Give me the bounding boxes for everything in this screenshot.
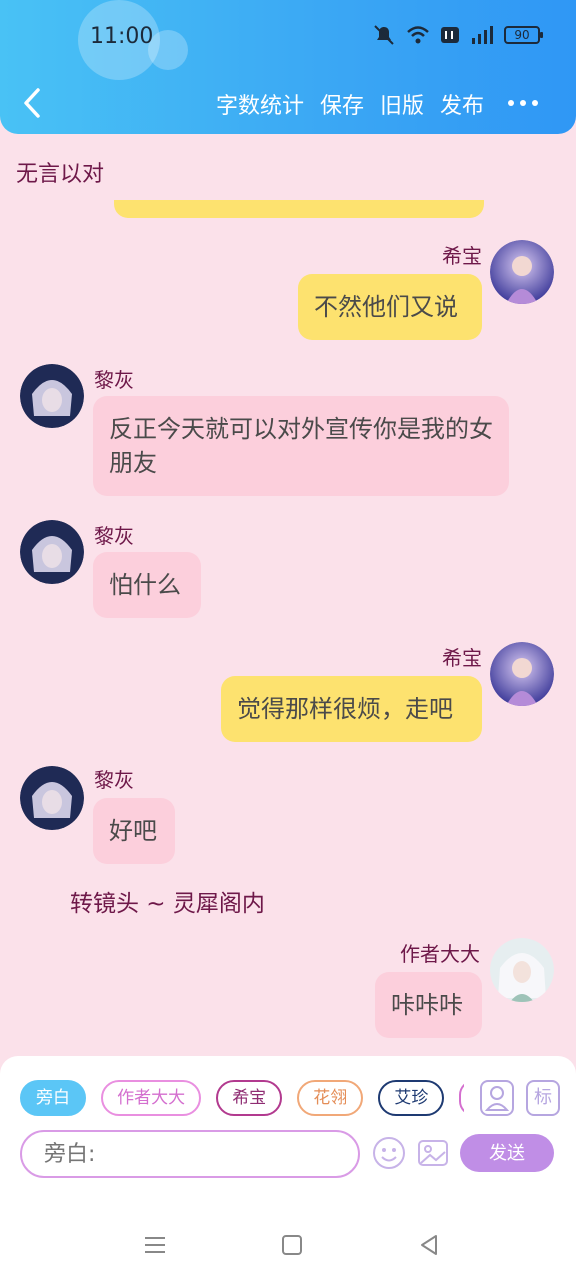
status-time: 11:00	[90, 24, 154, 49]
sender-name: 作者大大	[400, 942, 480, 966]
signal-5g-icon	[472, 26, 493, 44]
message-bubble[interactable]: 反正今天就可以对外宣传你是我的女朋友	[93, 396, 509, 496]
role-chip-narrator[interactable]: 旁白	[20, 1080, 86, 1116]
battery-indicator: 90	[504, 26, 543, 44]
send-button[interactable]: 发送	[460, 1134, 554, 1172]
menu-icon[interactable]	[142, 1232, 168, 1258]
avatar-lihui[interactable]	[20, 364, 84, 428]
person-icon	[484, 1086, 510, 1111]
header-bubble-decoration	[148, 30, 188, 70]
message-bubble[interactable]: 不然他们又说	[298, 274, 482, 340]
home-icon[interactable]	[279, 1232, 305, 1258]
publish-button[interactable]: 发布	[440, 88, 484, 120]
character-manage-button[interactable]	[480, 1080, 514, 1116]
avatar-lihui[interactable]	[20, 520, 84, 584]
role-chip-partial[interactable]	[459, 1080, 464, 1116]
chat-area[interactable]: 无言以对 希宝 不然他们又说 黎灰 反正今天就可以对外宣传你是我的女朋友 黎灰 …	[0, 134, 576, 1056]
mark-button[interactable]: 标	[526, 1080, 560, 1116]
system-nav-bar	[0, 1210, 576, 1280]
role-chip-aizhen[interactable]: 艾珍	[378, 1080, 445, 1116]
sender-name: 黎灰	[94, 768, 134, 792]
narration-text: 无言以对	[16, 162, 105, 187]
message-bubble[interactable]: 怕什么	[93, 552, 201, 618]
sender-name: 黎灰	[94, 368, 134, 392]
message-input[interactable]	[20, 1130, 360, 1178]
composer-panel: 旁白 作者大大 希宝 花翎 艾珍 标 发送	[0, 1056, 576, 1210]
back-icon[interactable]	[18, 86, 48, 120]
image-icon[interactable]	[416, 1136, 450, 1170]
header-actions: 字数统计 保存 旧版 发布	[216, 88, 484, 120]
old-version-button[interactable]: 旧版	[380, 88, 424, 120]
role-chip-xibao[interactable]: 希宝	[216, 1080, 283, 1116]
save-button[interactable]: 保存	[320, 88, 364, 120]
sender-name: 希宝	[442, 244, 482, 268]
previous-message-bubble	[114, 200, 484, 218]
app-header: 11:00 90 字数统计 保存 旧版 发布	[0, 0, 576, 134]
role-chip-hualing[interactable]: 花翎	[297, 1080, 364, 1116]
avatar-author[interactable]	[490, 938, 554, 1002]
avatar-xibao[interactable]	[490, 240, 554, 304]
wifi-icon	[407, 26, 429, 44]
status-icons: 90	[372, 24, 543, 46]
more-icon[interactable]	[508, 100, 538, 106]
hd-icon	[441, 27, 459, 43]
sender-name: 希宝	[442, 646, 482, 670]
word-count-button[interactable]: 字数统计	[216, 88, 304, 120]
avatar-lihui[interactable]	[20, 766, 84, 830]
emoji-icon[interactable]	[372, 1136, 406, 1170]
message-bubble[interactable]: 好吧	[93, 798, 175, 864]
scene-narration: 转镜头 ~ 灵犀阁内	[70, 891, 265, 917]
mute-icon	[374, 25, 394, 45]
message-bubble[interactable]: 咔咔咔	[375, 972, 482, 1038]
role-chip-author[interactable]: 作者大大	[101, 1080, 202, 1116]
back-nav-icon[interactable]	[416, 1232, 442, 1258]
role-chip-list[interactable]: 旁白 作者大大 希宝 花翎 艾珍	[20, 1080, 464, 1118]
sender-name: 黎灰	[94, 524, 134, 548]
message-bubble[interactable]: 觉得那样很烦，走吧	[221, 676, 482, 742]
avatar-xibao[interactable]	[490, 642, 554, 706]
